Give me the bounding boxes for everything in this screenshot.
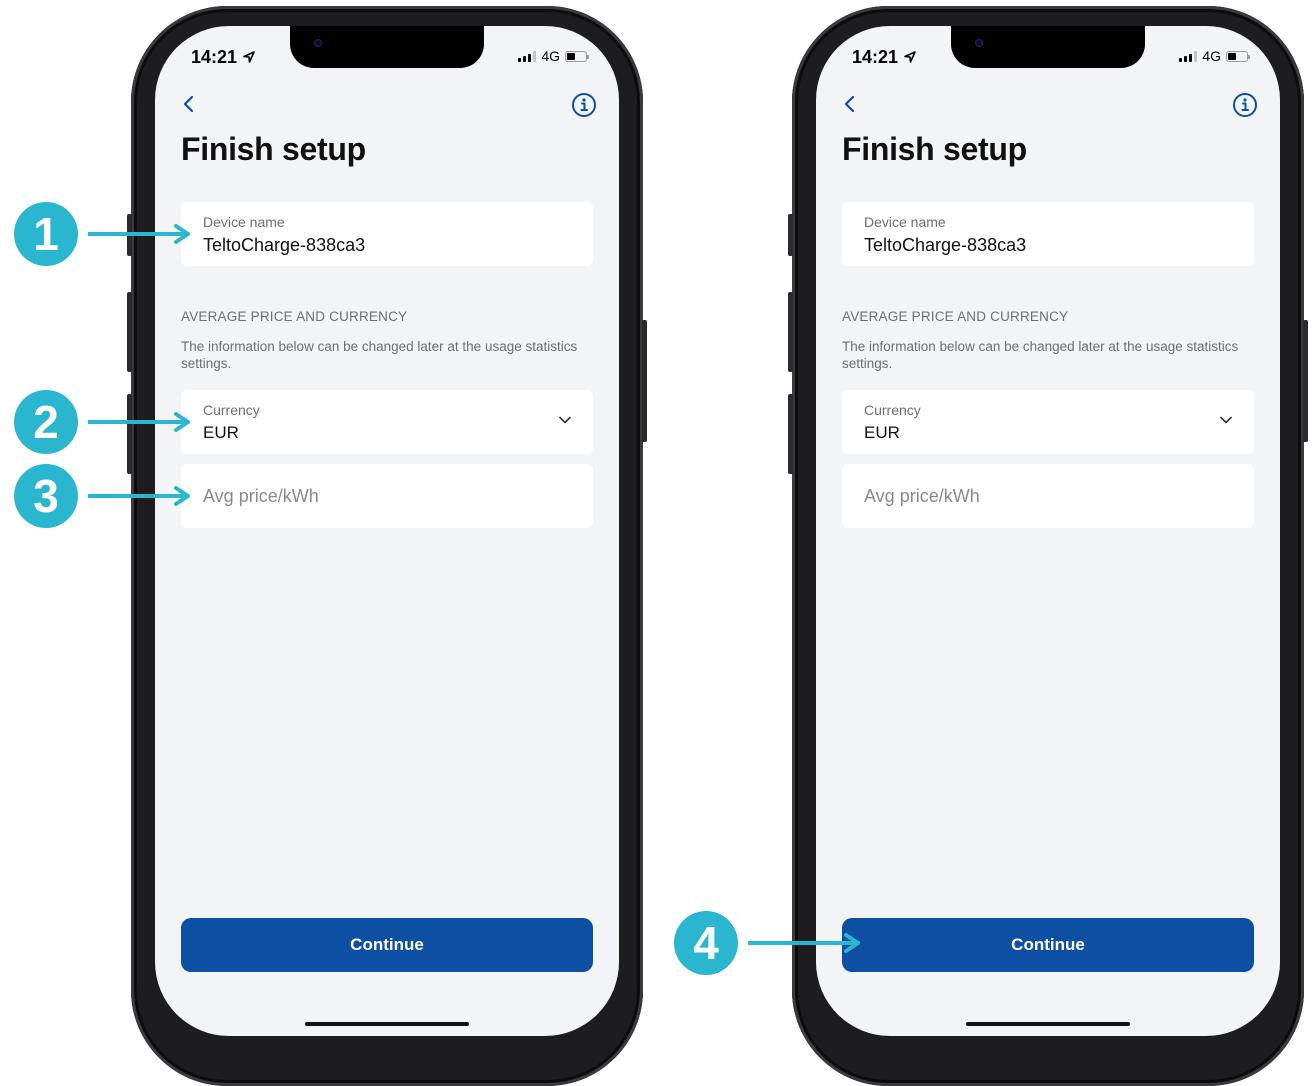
chevron-down-icon xyxy=(1220,416,1232,424)
currency-value: EUR xyxy=(203,423,239,442)
info-icon[interactable] xyxy=(571,92,597,118)
phone-right: 14:21 4G Finish setup Device name TeltoC… xyxy=(788,6,1308,1086)
page-title: Finish setup xyxy=(181,131,366,167)
device-name-label: Device name xyxy=(203,214,285,230)
info-icon[interactable] xyxy=(1232,92,1258,118)
continue-button[interactable]: Continue xyxy=(842,918,1254,972)
device-name-field[interactable]: Device name TeltoCharge-838ca3 xyxy=(842,202,1254,266)
continue-button[interactable]: Continue xyxy=(181,918,593,972)
device-name-value[interactable]: TeltoCharge-838ca3 xyxy=(203,235,365,256)
section-description: The information below can be changed lat… xyxy=(842,339,1239,371)
phone-left: 14:21 4G Finish setup Device name TeltoC… xyxy=(127,6,647,1086)
marker-2: 2 xyxy=(14,390,78,454)
currency-label: Currency xyxy=(203,402,260,418)
avg-price-input[interactable]: Avg price/kWh xyxy=(181,464,593,528)
currency-label: Currency xyxy=(864,402,921,418)
currency-value: EUR xyxy=(864,423,900,442)
chevron-down-icon xyxy=(559,416,571,424)
currency-select[interactable]: Currency EUR xyxy=(181,390,593,454)
home-indicator xyxy=(966,1022,1130,1026)
home-indicator xyxy=(305,1022,469,1026)
notch xyxy=(951,26,1145,68)
avg-price-input[interactable]: Avg price/kWh xyxy=(842,464,1254,528)
device-name-label: Device name xyxy=(864,214,946,230)
currency-select[interactable]: Currency EUR xyxy=(842,390,1254,454)
device-name-value[interactable]: TeltoCharge-838ca3 xyxy=(864,235,1026,256)
avg-price-placeholder: Avg price/kWh xyxy=(864,486,980,506)
status-time: 14:21 xyxy=(852,47,917,68)
section-heading: AVERAGE PRICE AND CURRENCY xyxy=(181,309,408,324)
back-chevron-icon[interactable] xyxy=(840,94,860,114)
back-chevron-icon[interactable] xyxy=(179,94,199,114)
status-indicators: 4G xyxy=(1179,48,1250,64)
avg-price-placeholder: Avg price/kWh xyxy=(203,486,319,506)
location-arrow-icon xyxy=(904,51,916,63)
network-label: 4G xyxy=(541,48,560,64)
battery-icon xyxy=(1226,50,1250,62)
network-label: 4G xyxy=(1202,48,1221,64)
location-arrow-icon xyxy=(243,51,255,63)
arrow-right-icon xyxy=(88,224,190,244)
marker-3: 3 xyxy=(14,464,78,528)
signal-icon xyxy=(1179,50,1198,62)
signal-icon xyxy=(518,50,537,62)
section-description: The information below can be changed lat… xyxy=(181,339,578,371)
app-screen: 14:21 4G Finish setup Device name TeltoC… xyxy=(816,26,1280,1036)
arrow-right-icon xyxy=(88,412,190,432)
page-title: Finish setup xyxy=(842,131,1027,167)
battery-icon xyxy=(565,50,589,62)
marker-1: 1 xyxy=(14,202,78,266)
app-screen: 14:21 4G Finish setup Device name TeltoC… xyxy=(155,26,619,1036)
arrow-right-icon xyxy=(88,486,190,506)
status-indicators: 4G xyxy=(518,48,589,64)
arrow-right-icon xyxy=(748,933,860,953)
device-name-field[interactable]: Device name TeltoCharge-838ca3 xyxy=(181,202,593,266)
notch xyxy=(290,26,484,68)
marker-4: 4 xyxy=(674,911,738,975)
status-time: 14:21 xyxy=(191,47,256,68)
section-heading: AVERAGE PRICE AND CURRENCY xyxy=(842,309,1069,324)
